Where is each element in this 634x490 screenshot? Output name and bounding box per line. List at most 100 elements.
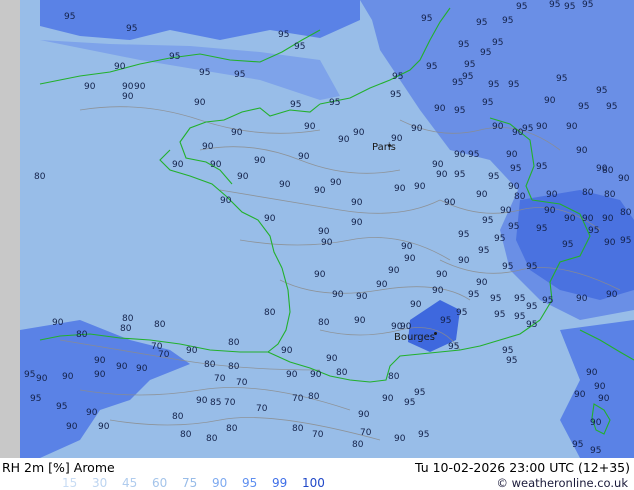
rh-value-label: 90: [574, 390, 586, 400]
rh-value-label: 90: [84, 82, 96, 92]
city-label-bourges: Bourges: [394, 332, 435, 343]
rh-value-label: 95: [199, 68, 211, 78]
map-left-margin: [0, 0, 20, 458]
rh-value-label: 80: [582, 188, 594, 198]
rh-value-label: 70: [312, 430, 324, 440]
rh-value-label: 95: [290, 100, 302, 110]
rh-value-label: 90: [94, 356, 106, 366]
rh-value-label: 90: [382, 394, 394, 404]
rh-value-label: 90: [546, 190, 558, 200]
rh-value-label: 80: [604, 190, 616, 200]
rh-value-label: 80: [228, 338, 240, 348]
rh-high-region-southwest: [20, 320, 190, 458]
rh-value-label: 90: [326, 354, 338, 364]
rh-value-label: 90: [98, 422, 110, 432]
rh-value-label: 90: [116, 362, 128, 372]
rh-value-label: 95: [490, 294, 502, 304]
rh-value-label: 90: [314, 186, 326, 196]
rh-value-label: 80: [228, 362, 240, 372]
legend-value-95: 95: [242, 476, 258, 490]
rh-value-label: 95: [502, 346, 514, 356]
rh-value-label: 90: [52, 318, 64, 328]
rh-value-label: 95: [392, 72, 404, 82]
rh-value-label: 80: [514, 192, 526, 202]
rh-value-label: 90: [298, 152, 310, 162]
rh-value-label: 80: [76, 330, 88, 340]
rh-value-label: 95: [526, 262, 538, 272]
legend-value-60: 60: [152, 476, 168, 490]
rh-value-label: 80: [352, 440, 364, 450]
rh-value-label: 90: [186, 346, 198, 356]
rh-value-label: 95: [390, 90, 402, 100]
legend-value-30: 30: [92, 476, 108, 490]
rh-value-label: 95: [458, 230, 470, 240]
rh-value-label: 90: [444, 198, 456, 208]
rh-value-label: 70: [360, 428, 372, 438]
rh-value-label: 95: [30, 394, 42, 404]
rh-value-label: 90: [576, 146, 588, 156]
rh-value-label: 90: [286, 370, 298, 380]
rh-value-label: 95: [564, 2, 576, 12]
rh-value-label: 95: [620, 236, 632, 246]
rh-value-label: 95: [448, 342, 460, 352]
rh-value-label: 80: [292, 424, 304, 434]
rh-value-label: 90: [414, 182, 426, 192]
rh-value-label: 70: [214, 374, 226, 384]
rh-value-label: 95: [606, 102, 618, 112]
rh-value-label: 95: [464, 60, 476, 70]
rh-value-label: 95: [56, 402, 68, 412]
rh-value-label: 95: [556, 74, 568, 84]
rh-value-label: 90: [434, 104, 446, 114]
rh-value-label: 90: [310, 370, 322, 380]
rh-value-label: 80: [318, 318, 330, 328]
rh-value-label: 95: [492, 38, 504, 48]
credit-link[interactable]: © weatheronline.co.uk: [496, 476, 628, 490]
rh-value-label: 95: [468, 290, 480, 300]
rh-value-label: 70: [224, 398, 236, 408]
rh-value-label: 95: [462, 72, 474, 82]
rh-value-label: 90: [454, 150, 466, 160]
rh-value-label: 80: [120, 324, 132, 334]
rh-value-label: 95: [506, 356, 518, 366]
rh-value-label: 95: [426, 62, 438, 72]
rh-value-label: 90: [196, 396, 208, 406]
rh-value-label: 90: [394, 434, 406, 444]
rh-value-label: 80: [180, 430, 192, 440]
rh-value-label: 95: [421, 14, 433, 24]
rh-value-label: 95: [522, 124, 534, 134]
rh-value-label: 95: [418, 430, 430, 440]
rh-value-label: 95: [536, 162, 548, 172]
valid-time: Tu 10-02-2026 23:00 UTC (12+35): [414, 460, 630, 475]
rh-value-label: 90: [351, 198, 363, 208]
rh-value-label: 95: [456, 308, 468, 318]
rh-value-label: 70: [292, 394, 304, 404]
rh-value-label: 90: [432, 286, 444, 296]
rh-value-label: 90: [332, 290, 344, 300]
rh-value-label: 90: [411, 124, 423, 134]
rh-value-label: 90: [194, 98, 206, 108]
rh-value-label: 70: [236, 378, 248, 388]
rh-value-label: 90: [136, 364, 148, 374]
rh-value-label: 90: [66, 422, 78, 432]
rh-value-label: 70: [158, 350, 170, 360]
rh-value-label: 95: [64, 12, 76, 22]
rh-value-label: 90: [436, 270, 448, 280]
rh-value-label: 95: [278, 30, 290, 40]
rh-value-label: 90: [492, 122, 504, 132]
rh-value-label: 90: [500, 206, 512, 216]
rh-value-label: 95: [440, 316, 452, 326]
rh-value-label: 95: [510, 164, 522, 174]
rh-map-area: 95 95 95 95 95 95 95 90 90 90 90 90 90 95 95 90 90 90 90 90…: [20, 0, 634, 458]
rh-value-label: 90: [582, 214, 594, 224]
rh-value-label: 95: [590, 446, 602, 456]
rh-value-label: 95: [414, 388, 426, 398]
rh-value-label: 90: [304, 122, 316, 132]
rh-value-label: 90: [590, 418, 602, 428]
rh-value-label: 95: [126, 24, 138, 34]
legend-value-100: 100: [302, 476, 325, 490]
rh-value-label: 90: [220, 196, 232, 206]
rh-value-label: 95: [526, 320, 538, 330]
rh-value-label: 90: [586, 368, 598, 378]
map-footer: RH 2m [%] Arome Tu 10-02-2026 23:00 UTC …: [0, 458, 634, 490]
rh-value-label: 90: [544, 96, 556, 106]
